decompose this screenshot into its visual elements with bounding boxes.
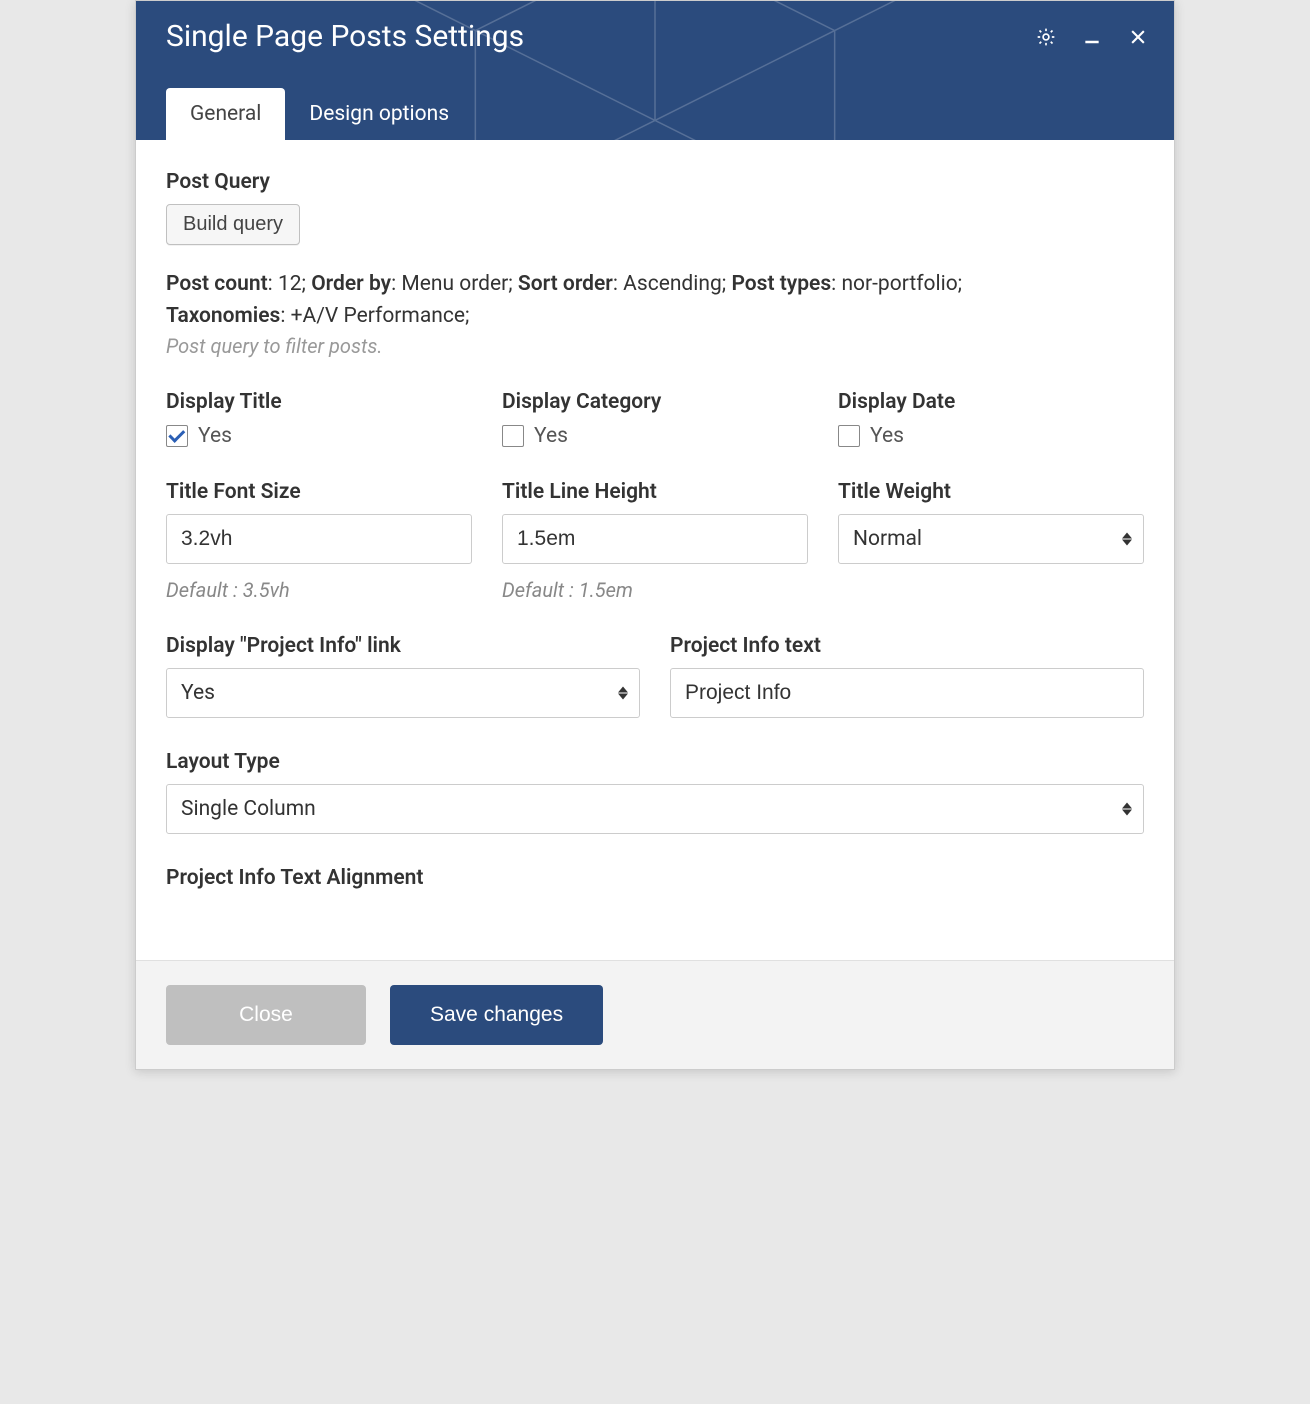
close-button[interactable]: Close [166, 985, 366, 1045]
project-info-alignment-label: Project Info Text Alignment [166, 866, 1144, 890]
display-date-label: Display Date [838, 390, 1144, 414]
close-icon[interactable] [1128, 27, 1148, 47]
project-info-text-input[interactable] [670, 668, 1144, 718]
display-category-yes: Yes [534, 424, 568, 448]
post-types-label: Post types [731, 272, 831, 296]
tab-general[interactable]: General [166, 88, 285, 140]
display-title-yes: Yes [198, 424, 232, 448]
layout-type-select[interactable]: Single Column [166, 784, 1144, 834]
display-category-checkbox[interactable] [502, 425, 524, 447]
modal-title: Single Page Posts Settings [166, 19, 524, 54]
post-types-value: nor-portfolio [841, 272, 957, 296]
display-date-yes: Yes [870, 424, 904, 448]
sort-order-value: Ascending [623, 272, 722, 296]
tab-design-options[interactable]: Design options [285, 88, 473, 140]
tabs: General Design options [136, 88, 1174, 140]
order-by-label: Order by [311, 272, 391, 296]
title-line-height-hint: Default : 1.5em [502, 578, 808, 602]
modal-footer: Close Save changes [136, 960, 1174, 1069]
modal-content[interactable]: Post Query Build query Post count: 12; O… [136, 140, 1174, 960]
order-by-value: Menu order [401, 272, 508, 296]
title-weight-select[interactable]: Normal [838, 514, 1144, 564]
display-title-label: Display Title [166, 390, 472, 414]
post-query-label: Post Query [166, 170, 1144, 194]
project-info-text-label: Project Info text [670, 634, 1144, 658]
taxonomies-value: +A/V Performance [291, 304, 465, 328]
title-font-size-hint: Default : 3.5vh [166, 578, 472, 602]
title-font-size-input[interactable] [166, 514, 472, 564]
title-line-height-input[interactable] [502, 514, 808, 564]
build-query-button[interactable]: Build query [166, 204, 300, 245]
query-summary: Post count: 12; Order by: Menu order; So… [166, 269, 1144, 332]
save-changes-button[interactable]: Save changes [390, 985, 603, 1045]
settings-modal: Single Page Posts Settings General Desig… [135, 0, 1175, 1070]
post-query-help: Post query to filter posts. [166, 334, 1144, 358]
modal-header: Single Page Posts Settings General Desig… [136, 1, 1174, 140]
post-count-value: 12 [278, 272, 302, 296]
header-actions [1036, 27, 1148, 47]
project-info-link-select[interactable]: Yes [166, 668, 640, 718]
display-date-checkbox[interactable] [838, 425, 860, 447]
display-category-label: Display Category [502, 390, 808, 414]
title-weight-label: Title Weight [838, 480, 1144, 504]
title-font-size-label: Title Font Size [166, 480, 472, 504]
display-title-checkbox[interactable] [166, 425, 188, 447]
layout-type-label: Layout Type [166, 750, 1144, 774]
sort-order-label: Sort order [518, 272, 613, 296]
minimize-icon[interactable] [1082, 27, 1102, 47]
gear-icon[interactable] [1036, 27, 1056, 47]
title-line-height-label: Title Line Height [502, 480, 808, 504]
project-info-link-label: Display "Project Info" link [166, 634, 640, 658]
post-count-label: Post count [166, 272, 268, 296]
taxonomies-label: Taxonomies [166, 304, 280, 328]
